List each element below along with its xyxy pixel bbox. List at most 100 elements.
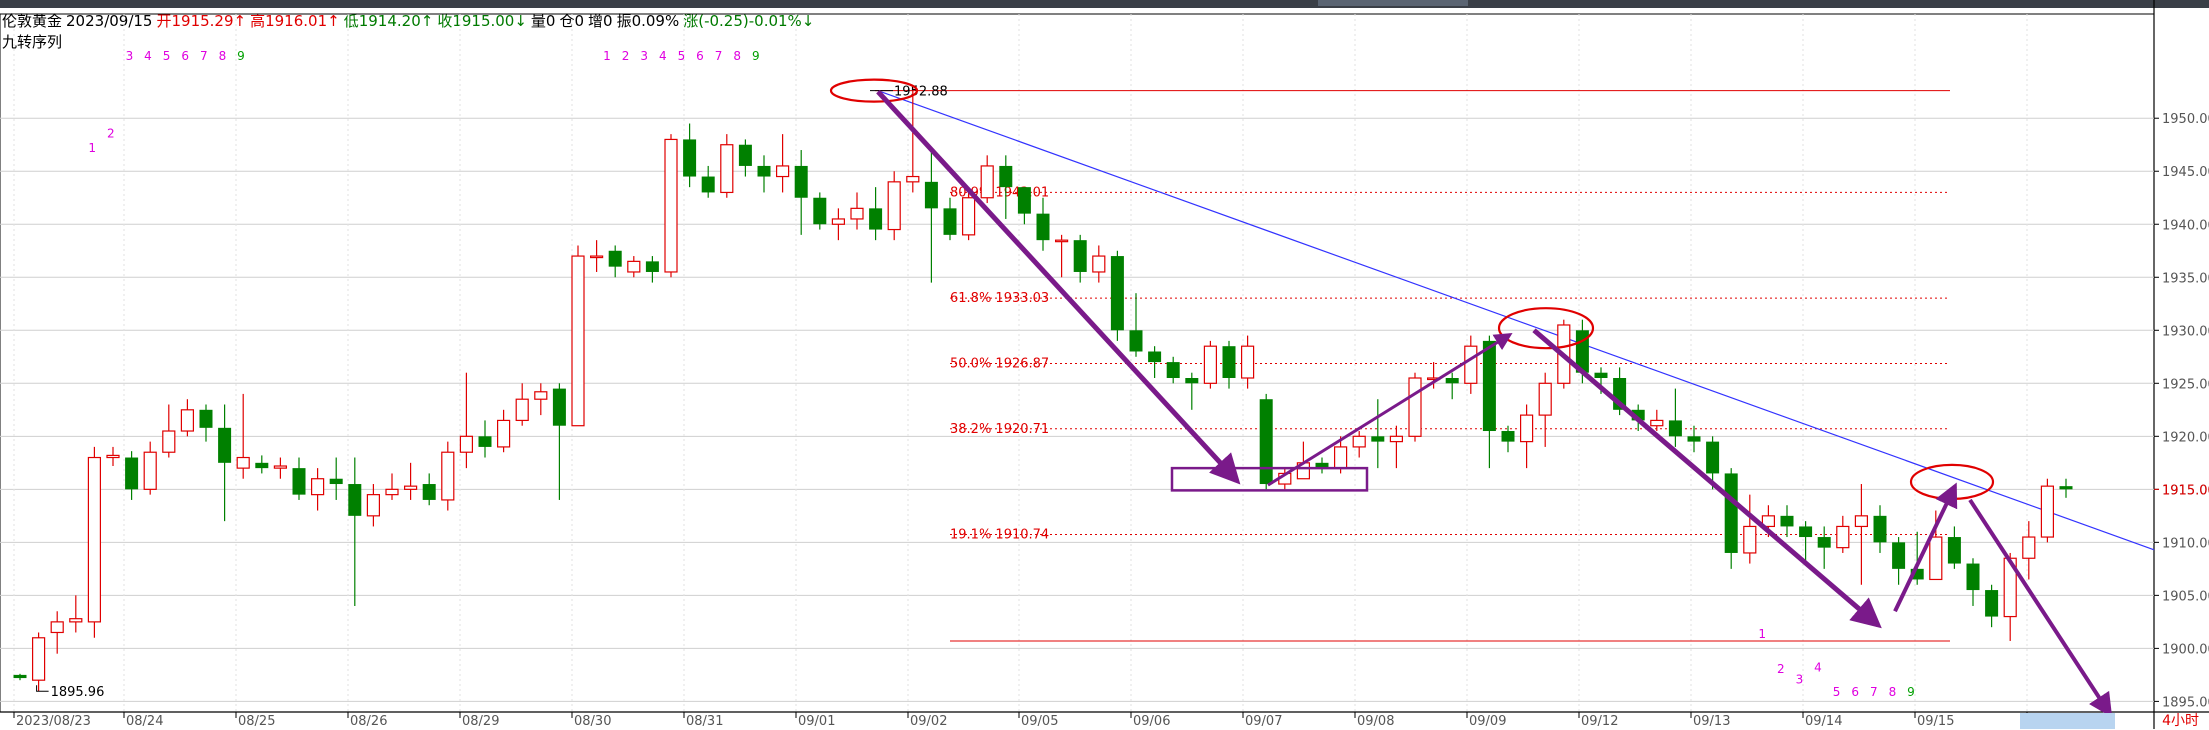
candle <box>757 155 771 193</box>
candle <box>162 404 176 458</box>
candle <box>1166 356 1180 384</box>
candle <box>2059 478 2073 498</box>
candle <box>255 455 269 474</box>
trend-arrow <box>1532 328 1882 629</box>
candle-body <box>924 181 938 209</box>
td-count-label: 9 <box>752 49 760 63</box>
candle-body <box>1054 239 1069 243</box>
candle <box>869 187 883 241</box>
candle-body <box>571 255 585 427</box>
candle <box>683 123 697 188</box>
candle-body <box>1668 420 1682 437</box>
candle <box>1389 425 1404 469</box>
fib-label: 50.0% 1926.87 <box>950 356 1049 371</box>
x-tick-label: 09/13 <box>1693 714 1730 729</box>
td-count-label: 4 <box>1814 661 1822 675</box>
y-tick-label: 1910.00 <box>2162 536 2209 551</box>
candle-body <box>1594 372 1608 378</box>
candle <box>980 155 994 204</box>
candle-body <box>385 488 399 496</box>
candle <box>180 399 194 437</box>
candle-body <box>180 409 194 432</box>
td-count-label: 2 <box>622 49 630 63</box>
td-count-label: 8 <box>733 49 741 63</box>
candle <box>87 446 102 638</box>
candle-body <box>1947 537 1961 564</box>
x-tick-label: 09/05 <box>1021 714 1058 729</box>
fib-label: 19.1% 1910.74 <box>950 528 1049 543</box>
candle-body <box>1333 446 1348 469</box>
candle <box>552 383 566 500</box>
candle-body <box>1892 542 1906 569</box>
candle-body <box>497 419 511 448</box>
candle <box>1836 515 1850 553</box>
candle-body <box>869 208 883 230</box>
candle-body <box>1092 255 1106 273</box>
trend-lines <box>877 90 2155 551</box>
td-count-label: 1 <box>88 141 96 155</box>
candle <box>1203 340 1218 389</box>
x-tick-label: 09/14 <box>1805 714 1842 729</box>
td-count-label: 7 <box>200 49 208 63</box>
candle <box>571 245 585 427</box>
candle <box>1054 234 1069 278</box>
td-count-label: 4 <box>659 49 667 63</box>
candle-body <box>1408 377 1422 437</box>
candle <box>50 611 64 654</box>
y-tick-label: 1920.00 <box>2162 430 2209 445</box>
candle <box>627 256 641 278</box>
candle-body <box>199 409 213 428</box>
candle <box>125 451 139 500</box>
candle <box>218 404 232 522</box>
candle <box>1966 558 1980 606</box>
x-tick-label: 09/15 <box>1917 714 1954 729</box>
last-price-label: 1915.00 <box>2162 483 2209 498</box>
candle <box>106 446 120 467</box>
candle <box>1259 393 1273 490</box>
candle-body <box>1650 419 1664 427</box>
candle <box>1519 404 1534 469</box>
candle-body <box>664 138 678 273</box>
candle-body <box>366 494 380 517</box>
candle-body <box>850 207 864 220</box>
candle-body <box>720 144 734 194</box>
td-count-label: 3 <box>640 49 648 63</box>
candle-body <box>69 618 83 623</box>
candle-body <box>552 388 566 426</box>
x-tick-label: 08/31 <box>686 714 723 729</box>
candle-body <box>1389 435 1404 443</box>
candle <box>1985 584 1999 628</box>
y-tick-label: 1905.00 <box>2162 589 2209 604</box>
y-tick-label: 1935.00 <box>2162 271 2209 286</box>
td-count-label: 9 <box>237 49 245 63</box>
x-tick-label: 09/02 <box>910 714 947 729</box>
td-count-label: 4 <box>144 49 152 63</box>
candle-body <box>1929 536 1943 581</box>
candle-body <box>1519 414 1534 443</box>
candle-body <box>1985 590 1999 617</box>
timeframe-label[interactable]: 4小时 <box>2162 710 2199 730</box>
td-count-label: 5 <box>1833 685 1841 699</box>
candle-body <box>1836 525 1850 549</box>
candle <box>924 150 938 283</box>
candle-body <box>943 208 957 235</box>
x-tick-label: 08/25 <box>238 714 275 729</box>
candle-body <box>218 427 232 463</box>
candlestick-chart[interactable]: 80.9% 1943.0161.8% 1933.0350.0% 1926.873… <box>0 0 2209 729</box>
candle <box>664 134 678 278</box>
candle <box>385 473 399 500</box>
candle <box>459 372 473 469</box>
candle <box>311 468 325 511</box>
candle-body <box>1873 515 1887 543</box>
fib-label: 38.2% 1920.71 <box>950 422 1049 437</box>
candle-body <box>1482 340 1496 432</box>
candle-body <box>478 436 492 447</box>
candle <box>441 441 455 511</box>
candle-body <box>422 484 436 500</box>
candle <box>31 632 46 692</box>
candle <box>645 256 659 283</box>
trend-arrow <box>876 90 1241 485</box>
candle-body <box>311 478 325 496</box>
candle <box>999 155 1013 219</box>
td-count-label: 5 <box>163 49 171 63</box>
